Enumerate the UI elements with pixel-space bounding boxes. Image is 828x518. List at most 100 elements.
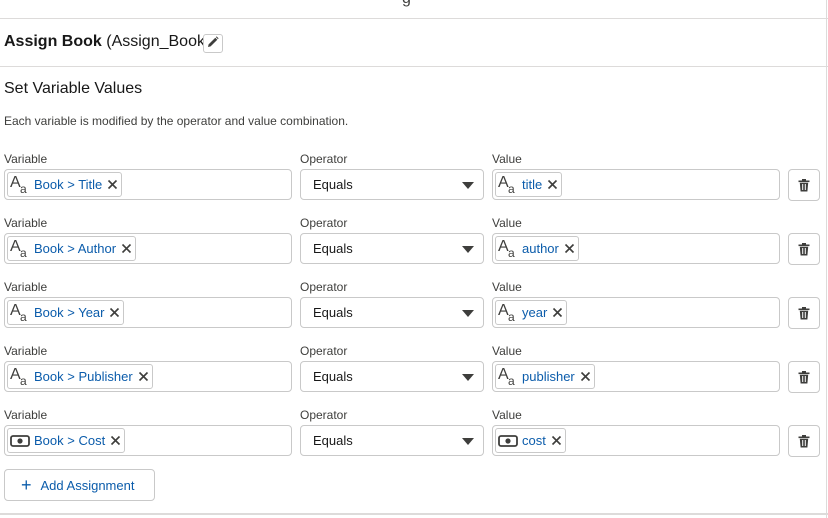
- text-icon: Aa: [10, 301, 27, 324]
- trash-icon: [798, 434, 810, 448]
- remove-value-icon[interactable]: [551, 435, 562, 446]
- value-label: Value: [492, 344, 522, 358]
- remove-variable-icon[interactable]: [121, 243, 132, 254]
- element-api-name: (Assign_Book): [106, 33, 211, 50]
- operator-select[interactable]: Equals: [300, 297, 484, 328]
- plus-icon: +: [21, 475, 32, 495]
- value-field[interactable]: cost: [492, 425, 780, 456]
- variable-pill: Book > Cost: [7, 428, 126, 453]
- value-pill-label: publisher: [522, 369, 575, 384]
- variable-pill: Aa Book > Author: [7, 236, 137, 261]
- value-field[interactable]: Aa year: [492, 297, 780, 328]
- delete-row-button[interactable]: [788, 425, 820, 457]
- variable-pill-label: Book > Cost: [34, 433, 106, 448]
- operator-select[interactable]: Equals: [300, 361, 484, 392]
- variable-pill-label: Book > Year: [34, 305, 105, 320]
- value-field[interactable]: Aa title: [492, 169, 780, 200]
- value-label: Value: [492, 152, 522, 166]
- operator-select[interactable]: Equals: [300, 233, 484, 264]
- operator-label: Operator: [300, 280, 348, 294]
- operator-label: Operator: [300, 408, 348, 422]
- variable-field[interactable]: Aa Book > Year: [4, 297, 292, 328]
- trash-icon: [798, 306, 810, 320]
- value-field[interactable]: Aa publisher: [492, 361, 780, 392]
- variable-field[interactable]: Aa Book > Publisher: [4, 361, 292, 392]
- section-title: Set Variable Values: [4, 80, 143, 97]
- remove-variable-icon[interactable]: [110, 435, 121, 446]
- remove-variable-icon[interactable]: [138, 371, 149, 382]
- currency-icon: [10, 434, 30, 448]
- element-label: Assign Book: [4, 33, 102, 50]
- remove-variable-icon[interactable]: [107, 179, 118, 190]
- delete-row-button[interactable]: [788, 169, 820, 201]
- value-pill: Aa author: [495, 236, 579, 261]
- edit-button[interactable]: [203, 34, 223, 53]
- operator-value: Equals: [313, 369, 353, 384]
- variable-label: Variable: [4, 152, 48, 166]
- value-pill-label: year: [522, 305, 548, 320]
- operator-value: Equals: [313, 241, 353, 256]
- variable-field[interactable]: Book > Cost: [4, 425, 292, 456]
- operator-label: Operator: [300, 216, 348, 230]
- add-assignment-label: Add Assignment: [40, 477, 135, 493]
- operator-label: Operator: [300, 344, 348, 358]
- value-pill: cost: [495, 428, 566, 453]
- panel-title-fragment: g: [402, 0, 411, 8]
- chevron-down-icon: [462, 438, 474, 445]
- text-icon: Aa: [498, 301, 515, 324]
- variable-label: Variable: [4, 408, 48, 422]
- text-icon: Aa: [10, 237, 27, 260]
- header-divider: [0, 66, 828, 67]
- add-assignment-button[interactable]: + Add Assignment: [4, 469, 155, 501]
- value-pill-label: title: [522, 177, 543, 192]
- delete-row-button[interactable]: [788, 233, 820, 265]
- text-icon: Aa: [10, 173, 27, 196]
- value-label: Value: [492, 280, 522, 294]
- variable-pill: Aa Book > Title: [7, 172, 123, 197]
- operator-value: Equals: [313, 305, 353, 320]
- remove-variable-icon[interactable]: [109, 307, 120, 318]
- element-title: Assign Book (Assign_Book): [4, 33, 210, 51]
- currency-icon: [498, 434, 518, 448]
- variable-pill: Aa Book > Publisher: [7, 364, 153, 389]
- chevron-down-icon: [462, 374, 474, 381]
- remove-value-icon[interactable]: [552, 307, 563, 318]
- operator-select[interactable]: Equals: [300, 169, 484, 200]
- value-label: Value: [492, 408, 522, 422]
- variable-pill-label: Book > Author: [34, 241, 117, 256]
- variable-label: Variable: [4, 344, 48, 358]
- variable-label: Variable: [4, 280, 48, 294]
- value-pill: Aa title: [495, 172, 563, 197]
- value-field[interactable]: Aa author: [492, 233, 780, 264]
- section-description: Each variable is modified by the operato…: [4, 114, 349, 128]
- value-pill: Aa publisher: [495, 364, 595, 389]
- chevron-down-icon: [462, 246, 474, 253]
- trash-icon: [798, 242, 810, 256]
- trash-icon: [798, 370, 810, 384]
- text-icon: Aa: [498, 173, 515, 196]
- pencil-icon: [207, 35, 219, 53]
- operator-value: Equals: [313, 433, 353, 448]
- value-pill-label: author: [522, 241, 559, 256]
- right-border: [826, 0, 827, 518]
- variable-pill-label: Book > Title: [34, 177, 103, 192]
- text-icon: Aa: [498, 237, 515, 260]
- operator-value: Equals: [313, 177, 353, 192]
- text-icon: Aa: [10, 365, 27, 388]
- chevron-down-icon: [462, 182, 474, 189]
- bottom-divider: [0, 513, 828, 515]
- variable-pill-label: Book > Publisher: [34, 369, 133, 384]
- remove-value-icon[interactable]: [564, 243, 575, 254]
- trash-icon: [798, 178, 810, 192]
- top-divider: [0, 18, 828, 19]
- delete-row-button[interactable]: [788, 361, 820, 393]
- value-pill: Aa year: [495, 300, 568, 325]
- variable-field[interactable]: Aa Book > Title: [4, 169, 292, 200]
- remove-value-icon[interactable]: [547, 179, 558, 190]
- operator-select[interactable]: Equals: [300, 425, 484, 456]
- remove-value-icon[interactable]: [580, 371, 591, 382]
- delete-row-button[interactable]: [788, 297, 820, 329]
- variable-field[interactable]: Aa Book > Author: [4, 233, 292, 264]
- variable-label: Variable: [4, 216, 48, 230]
- variable-pill: Aa Book > Year: [7, 300, 125, 325]
